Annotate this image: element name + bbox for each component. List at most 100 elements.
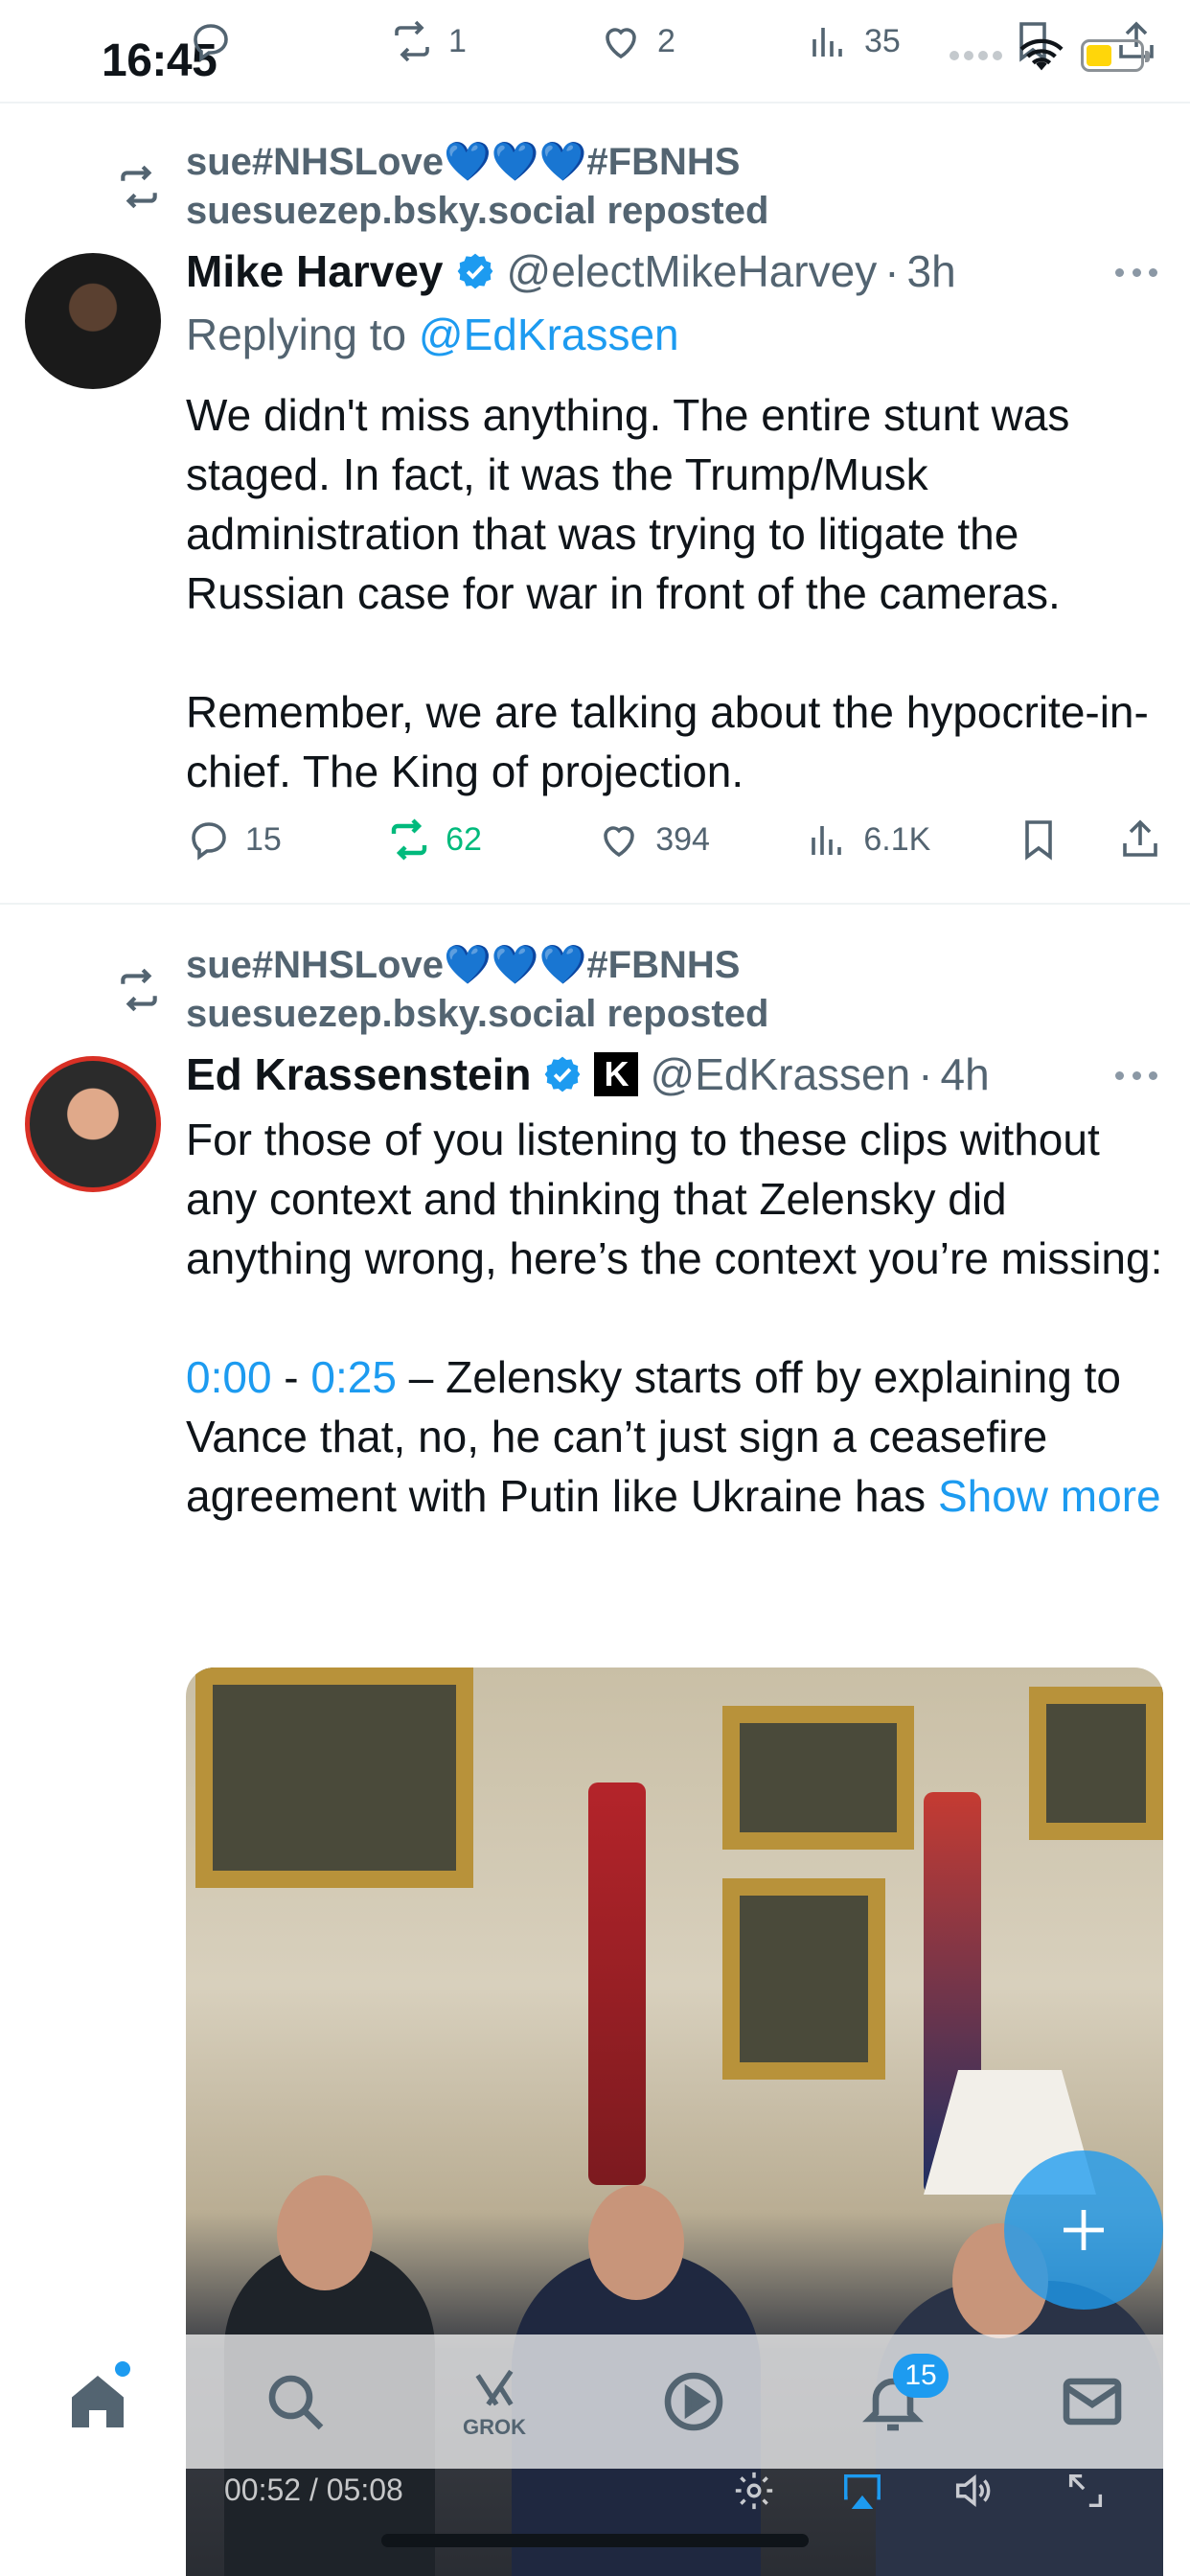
person-head xyxy=(588,2185,684,2300)
heart-icon xyxy=(606,28,636,59)
timestamp-link-end[interactable]: 0:25 xyxy=(310,1352,397,1402)
repost-action-top[interactable]: 1 xyxy=(389,15,467,67)
views-action-top[interactable]: 35 xyxy=(805,15,901,67)
separator-dot: · xyxy=(884,246,900,296)
video-controls: 00:52 / 05:08 xyxy=(224,2472,1173,2509)
author-name[interactable]: Ed Krassenstein xyxy=(186,1048,531,1100)
repost-icon xyxy=(395,20,429,62)
portrait-painting xyxy=(722,1878,885,2080)
top-bar: 16:45 1 2 35 xyxy=(0,0,1190,104)
home-indicator[interactable] xyxy=(381,2534,809,2547)
reposter-line: suesuezep.bsky.social reposted xyxy=(186,190,769,232)
verified-badge-icon xyxy=(545,1056,581,1092)
post-header: Ed Krassenstein K @EdKrassen · 4h xyxy=(186,1048,990,1100)
wifi-icon xyxy=(1019,38,1064,71)
reposter-name[interactable]: sue#NHSLove💙💙💙#FBNHS xyxy=(186,138,768,187)
share-button[interactable] xyxy=(1117,816,1163,862)
tab-video[interactable] xyxy=(659,2367,728,2436)
painting xyxy=(722,1706,914,1850)
tab-search[interactable] xyxy=(261,2367,330,2436)
painting xyxy=(195,1668,473,1888)
repost-context-text: sue#NHSLove💙💙💙#FBNHS suesuezep.bsky.soci… xyxy=(186,941,768,1039)
bookmark-icon xyxy=(1025,820,1053,861)
heart-icon xyxy=(604,826,635,858)
post-mike-harvey[interactable]: sue#NHSLove💙💙💙#FBNHS suesuezep.bsky.soci… xyxy=(0,104,1190,905)
more-options-icon[interactable] xyxy=(1115,268,1157,280)
repost-context: sue#NHSLove💙💙💙#FBNHS suesuezep.bsky.soci… xyxy=(119,941,768,1039)
author-handle[interactable]: @electMikeHarvey xyxy=(507,245,878,297)
plus-icon xyxy=(1064,2210,1104,2250)
affiliate-k-logo-icon[interactable]: K xyxy=(594,1052,639,1096)
post-ed-krassenstein[interactable]: sue#NHSLove💙💙💙#FBNHS suesuezep.bsky.soci… xyxy=(0,907,1190,2576)
post-header: Mike Harvey @electMikeHarvey · 3h xyxy=(186,245,956,297)
more-options-icon[interactable] xyxy=(1115,1071,1157,1083)
like-count-top: 2 xyxy=(657,22,675,59)
like-action-top[interactable]: 2 xyxy=(598,15,675,67)
fullscreen-icon[interactable] xyxy=(1064,2469,1108,2513)
video-time: 00:52 / 05:08 xyxy=(224,2472,403,2507)
replying-prefix: Replying to xyxy=(186,310,407,359)
views-icon xyxy=(812,826,842,855)
views-icon xyxy=(812,28,842,57)
tab-home[interactable] xyxy=(63,2361,132,2436)
post-text: We didn't miss anything. The entire stun… xyxy=(186,385,1163,801)
post-paragraph: We didn't miss anything. The entire stun… xyxy=(186,390,1070,618)
reposter-name[interactable]: sue#NHSLove💙💙💙#FBNHS xyxy=(186,941,768,990)
post-paragraph: For those of you listening to these clip… xyxy=(186,1115,1163,1283)
repost-icon xyxy=(121,165,157,209)
avatar[interactable] xyxy=(25,1056,161,1192)
post-paragraph: Remember, we are talking about the hypoc… xyxy=(186,687,1149,796)
show-more-link[interactable]: Show more xyxy=(938,1471,1161,1521)
battery-icon xyxy=(1081,39,1150,72)
avatar[interactable] xyxy=(25,253,161,389)
post-time: 3h xyxy=(906,246,956,296)
reply-icon xyxy=(194,24,228,62)
repost-context: sue#NHSLove💙💙💙#FBNHS suesuezep.bsky.soci… xyxy=(119,138,768,236)
grok-label: GROK xyxy=(463,2415,526,2439)
search-icon xyxy=(268,2375,324,2430)
signal-icon xyxy=(950,51,1002,60)
reposter-line: suesuezep.bsky.social reposted xyxy=(186,993,769,1035)
mail-icon xyxy=(1063,2378,1122,2426)
post-paragraph: 0:00 - 0:25 – Zelensky starts off by exp… xyxy=(186,1347,1163,1526)
tab-grok[interactable]: GROK xyxy=(460,2367,529,2439)
repost-icon xyxy=(121,968,157,1012)
timestamp-link-start[interactable]: 0:00 xyxy=(186,1352,272,1402)
replying-to: Replying to @EdKrassen xyxy=(186,309,679,360)
repost-icon xyxy=(391,818,427,861)
replying-to-handle[interactable]: @EdKrassen xyxy=(419,310,679,359)
author-name[interactable]: Mike Harvey xyxy=(186,245,444,297)
tab-messages[interactable] xyxy=(1058,2367,1127,2436)
reply-icon xyxy=(192,822,226,861)
repost-count: 62 xyxy=(446,820,482,858)
grok-icon xyxy=(475,2369,514,2406)
timestamp-separator: - xyxy=(271,1352,311,1402)
reply-button[interactable]: 15 xyxy=(186,816,386,862)
like-button[interactable]: 394 xyxy=(596,816,804,862)
views-count: 6.1K xyxy=(863,820,931,858)
bottom-tab-bar: GROK 15 xyxy=(0,2334,1190,2469)
verified-badge-icon xyxy=(457,253,492,289)
settings-gear-icon[interactable] xyxy=(732,2469,776,2513)
post-time: 4h xyxy=(940,1049,990,1099)
home-new-dot xyxy=(115,2361,130,2377)
reply-action-top[interactable] xyxy=(188,15,234,67)
repost-context-text: sue#NHSLove💙💙💙#FBNHS suesuezep.bsky.soci… xyxy=(186,138,768,236)
repost-button[interactable]: 62 xyxy=(386,816,596,862)
share-icon xyxy=(1123,819,1157,857)
status-indicators xyxy=(950,38,1150,73)
post-text: For those of you listening to these clip… xyxy=(186,1110,1163,1526)
author-handle[interactable]: @EdKrassen xyxy=(650,1048,910,1100)
volume-icon[interactable] xyxy=(949,2469,996,2513)
compose-button[interactable] xyxy=(1004,2150,1163,2310)
home-icon xyxy=(72,2376,124,2427)
airplay-icon[interactable] xyxy=(837,2469,887,2513)
views-count-top: 35 xyxy=(864,22,901,59)
tab-notifications[interactable]: 15 xyxy=(858,2354,949,2436)
bookmark-button[interactable] xyxy=(1016,816,1117,862)
views-button[interactable]: 6.1K xyxy=(804,816,1016,862)
repost-count-top: 1 xyxy=(448,22,467,59)
reply-count: 15 xyxy=(245,820,282,858)
notifications-badge: 15 xyxy=(893,2354,949,2398)
play-circle-icon xyxy=(664,2372,723,2431)
